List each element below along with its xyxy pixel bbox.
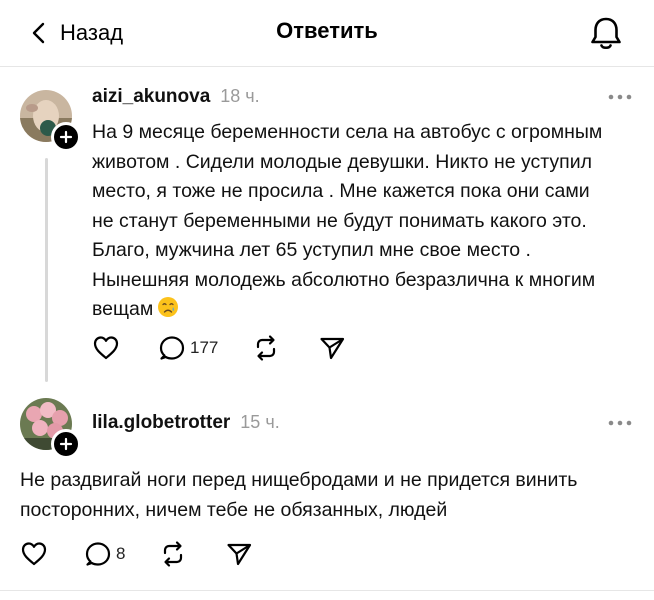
top-bar: Назад Ответить — [0, 0, 654, 66]
like-button[interactable] — [20, 540, 48, 568]
crying-face-icon — [158, 297, 179, 317]
plus-icon — [59, 130, 73, 144]
post-actions: 8 — [20, 540, 253, 568]
follow-button[interactable] — [51, 429, 81, 459]
like-button[interactable] — [92, 334, 120, 362]
heart-icon — [93, 336, 119, 360]
speech-bubble-icon — [85, 542, 111, 566]
post-text: Не раздвигай ноги перед нищебродами и не… — [20, 466, 640, 525]
post-meta: aizi_akunova 18 ч. — [92, 86, 260, 108]
username[interactable]: aizi_akunova — [92, 86, 210, 108]
reply-count: 8 — [116, 544, 126, 563]
reply-count: 177 — [190, 338, 219, 357]
page-title: Ответить — [276, 18, 378, 43]
follow-button[interactable] — [51, 122, 81, 152]
timestamp: 18 ч. — [220, 86, 260, 106]
repost-icon — [164, 541, 183, 567]
send-icon — [320, 337, 345, 360]
speech-bubble-icon — [159, 336, 185, 360]
post-text: На 9 месяце беременности села на автобус… — [92, 118, 612, 325]
reply-button[interactable]: 8 — [84, 540, 125, 568]
ellipsis-icon[interactable] — [607, 92, 633, 102]
thread-line — [45, 158, 48, 382]
post-divider — [0, 590, 654, 591]
post-meta: lila.globetrotter 15 ч. — [92, 412, 280, 434]
bell-icon[interactable] — [586, 14, 626, 54]
post-body: Не раздвигай ноги перед нищебродами и не… — [20, 469, 578, 521]
share-button[interactable] — [225, 540, 253, 568]
reply-button[interactable]: 177 — [158, 334, 218, 362]
repost-button[interactable] — [159, 540, 187, 568]
heart-icon — [21, 542, 47, 566]
header-divider — [0, 66, 654, 67]
repost-button[interactable] — [252, 334, 280, 362]
share-button[interactable] — [318, 334, 346, 362]
username[interactable]: lila.globetrotter — [92, 412, 230, 434]
ellipsis-icon[interactable] — [607, 418, 633, 428]
timestamp: 15 ч. — [240, 412, 280, 432]
repost-icon — [257, 335, 276, 361]
plus-icon — [59, 437, 73, 451]
post-body: На 9 месяце беременности села на автобус… — [92, 121, 603, 320]
send-icon — [227, 543, 252, 566]
post-actions: 177 — [92, 334, 346, 362]
